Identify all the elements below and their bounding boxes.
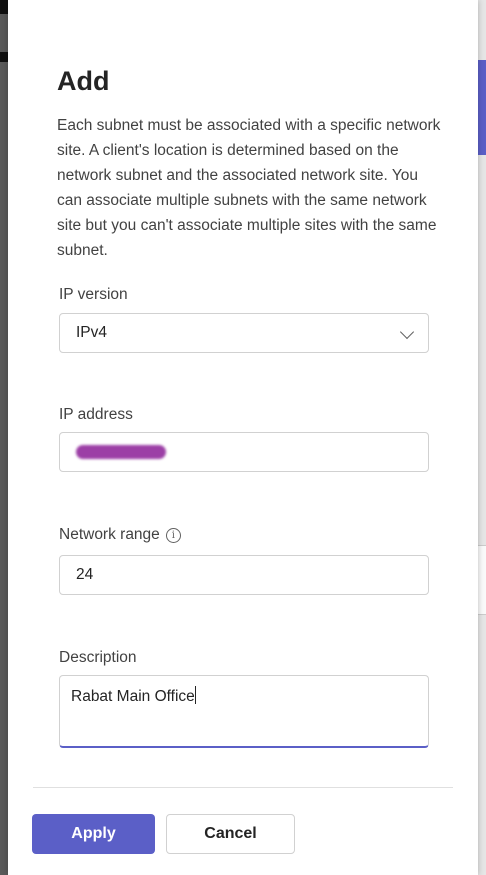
description-textarea[interactable]: Rabat Main Office — [59, 675, 429, 748]
ip-version-label: IP version — [59, 286, 128, 304]
ip-version-value: IPv4 — [76, 324, 108, 341]
apply-button[interactable]: Apply — [32, 814, 155, 854]
dialog-title: Add — [57, 66, 110, 96]
network-range-value: 24 — [76, 566, 94, 583]
background-app-right — [478, 0, 486, 875]
chevron-down-icon — [399, 324, 415, 340]
info-icon[interactable]: i — [165, 527, 181, 543]
dialog-description: Each subnet must be associated with a sp… — [57, 117, 441, 259]
background-strip — [478, 545, 486, 615]
background-block — [0, 0, 8, 14]
ip-version-label-text: IP version — [59, 286, 128, 303]
cancel-button[interactable]: Cancel — [166, 814, 295, 854]
network-range-input[interactable]: 24 — [59, 555, 429, 595]
network-range-label-text: Network range — [59, 526, 160, 543]
ip-address-label: IP address — [59, 406, 133, 424]
description-value: Rabat Main Office — [71, 688, 195, 705]
description-label: Description — [59, 649, 137, 667]
description-label-text: Description — [59, 649, 137, 666]
footer-divider — [33, 787, 453, 788]
text-caret — [194, 686, 196, 704]
background-app-left — [0, 0, 8, 875]
network-range-label: Network range i — [59, 526, 181, 544]
background-accent — [478, 60, 486, 155]
ip-address-label-text: IP address — [59, 406, 133, 423]
ip-version-dropdown[interactable]: IPv4 — [59, 313, 429, 353]
ip-address-input[interactable] — [59, 432, 429, 472]
add-subnet-panel: Add Each subnet must be associated with … — [8, 0, 478, 875]
background-block — [0, 52, 8, 62]
redaction-mark — [76, 445, 166, 459]
